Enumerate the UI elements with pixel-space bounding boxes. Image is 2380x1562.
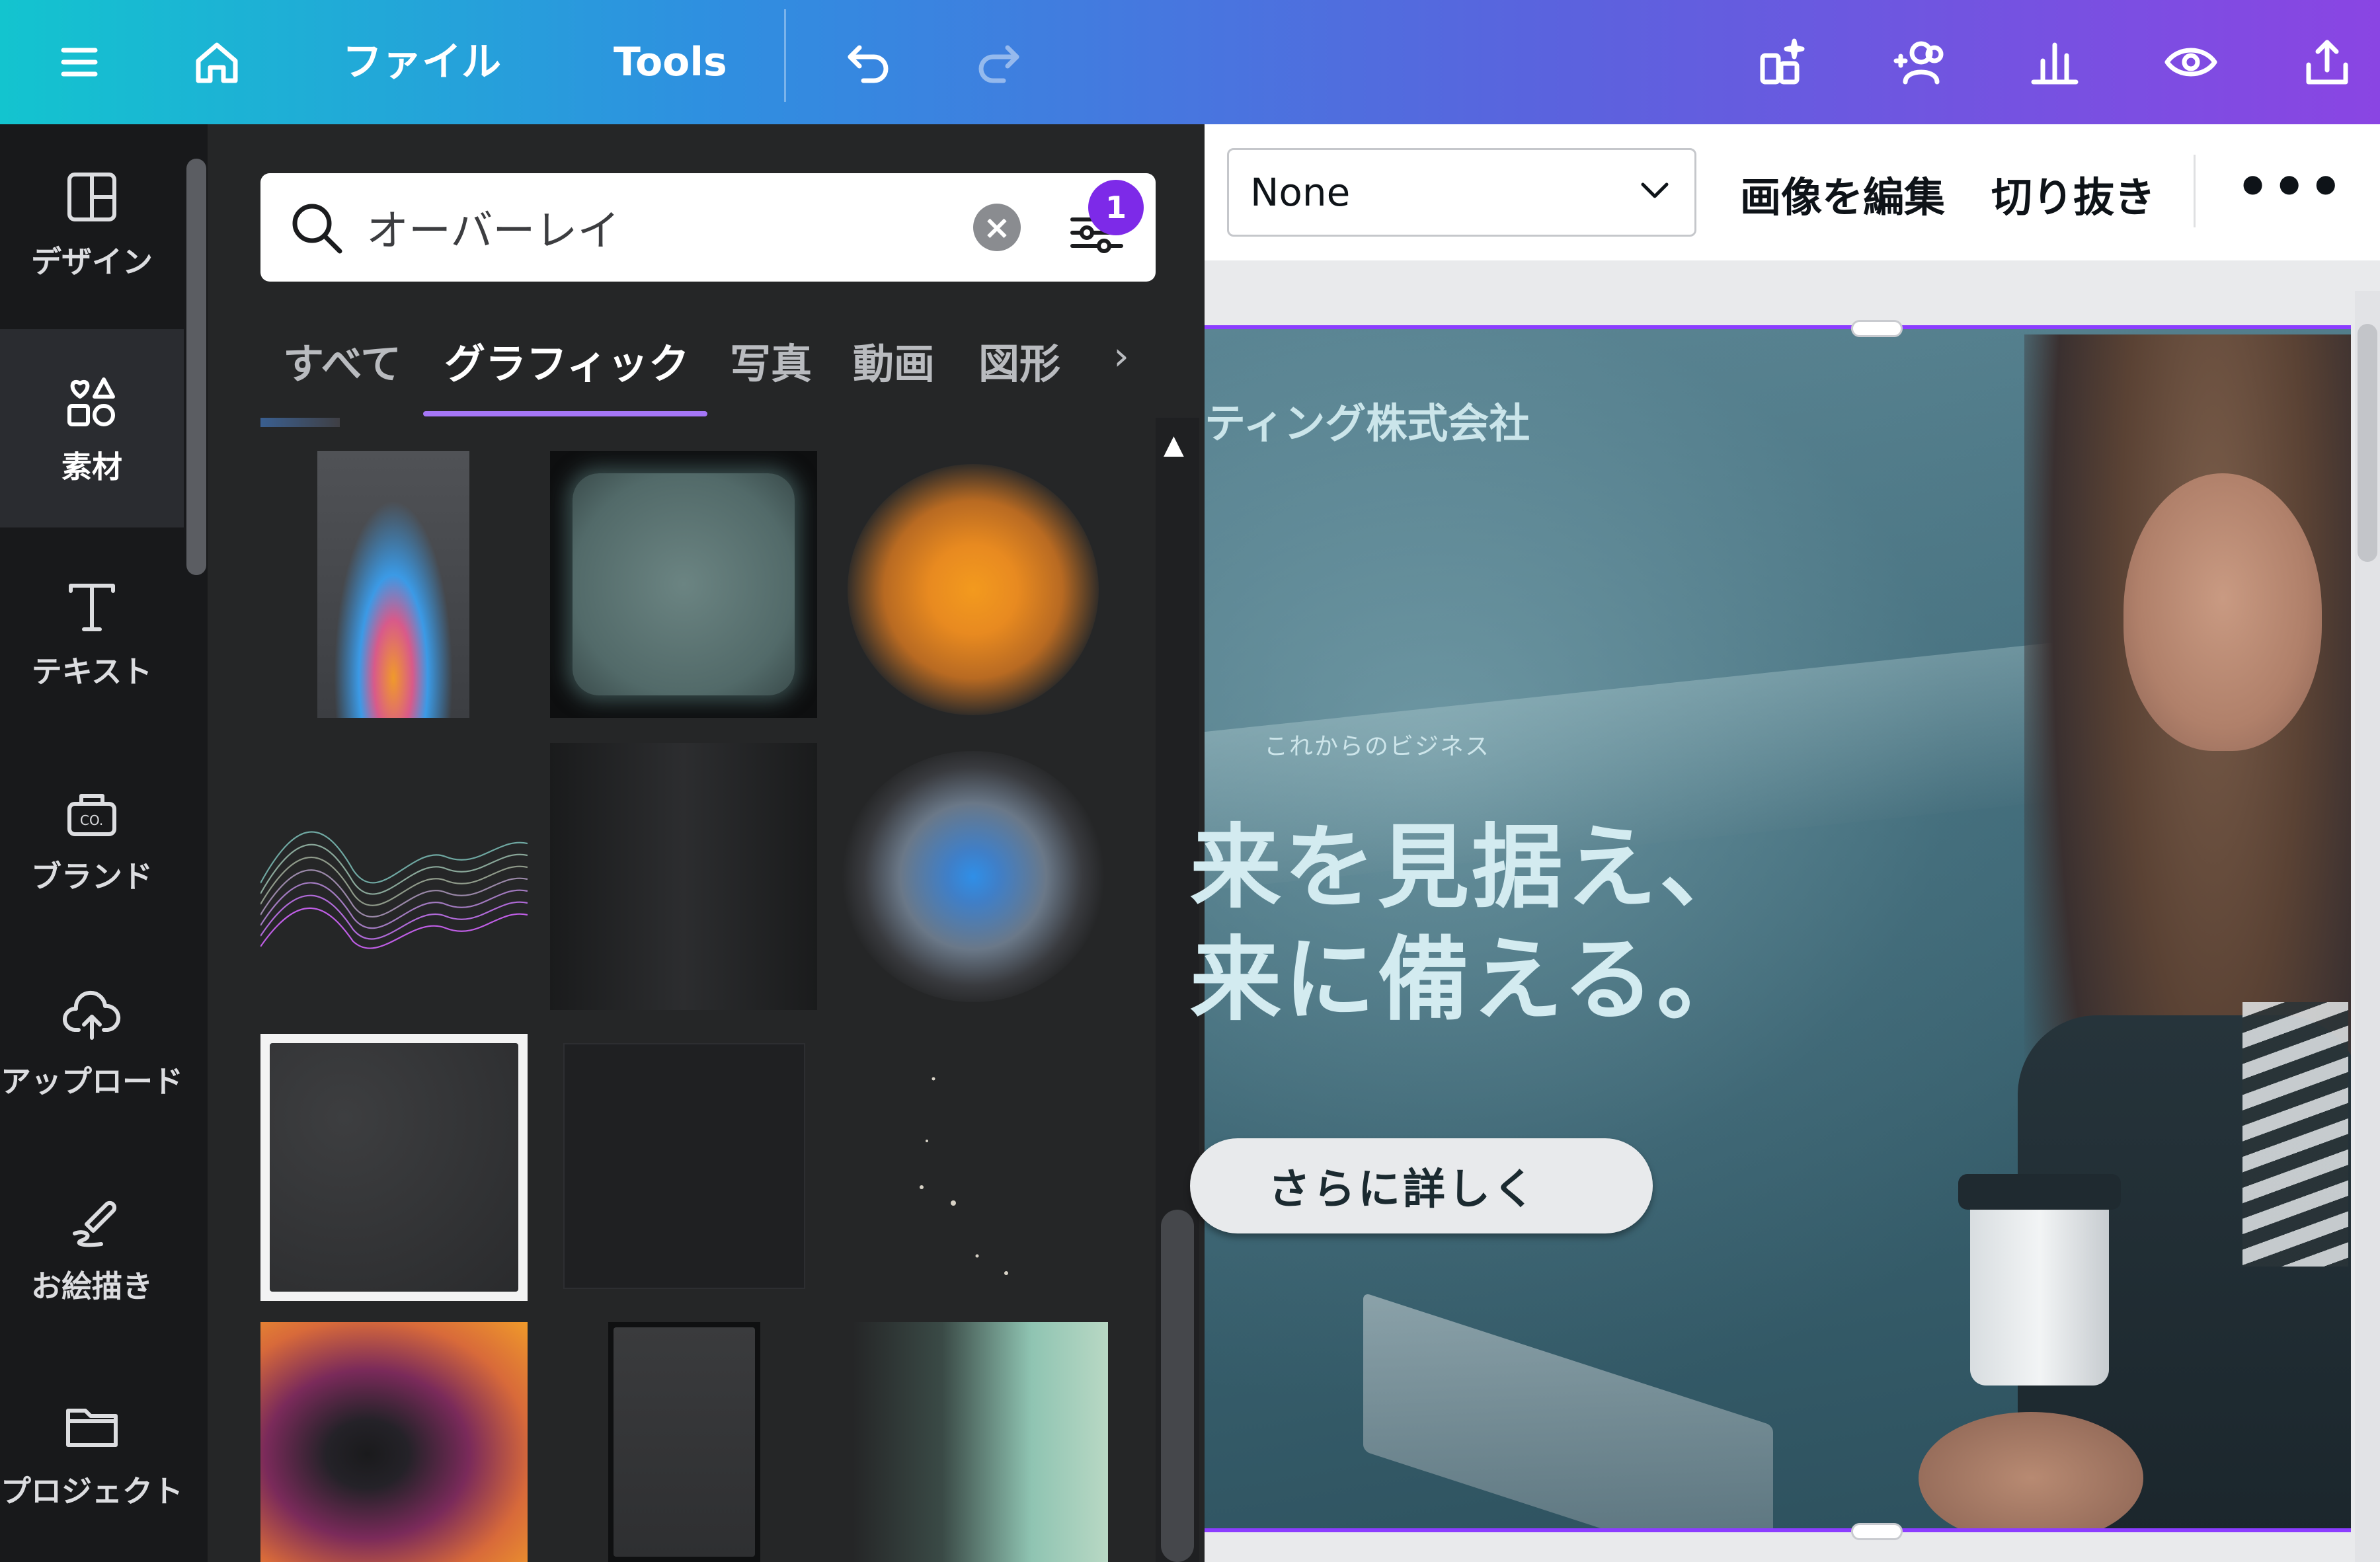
- insights-chart-icon[interactable]: [2022, 29, 2088, 95]
- search-icon: [287, 198, 345, 256]
- home-icon[interactable]: [184, 29, 250, 95]
- edit-image-button[interactable]: 画像を編集: [1740, 164, 1945, 223]
- rail-item-projects[interactable]: プロジェクト: [0, 1354, 184, 1552]
- result-dust-texture-framed[interactable]: [260, 1034, 528, 1301]
- clear-search-button[interactable]: ×: [973, 204, 1021, 251]
- layout-icon: [67, 173, 116, 221]
- chevron-right-icon[interactable]: ›: [1113, 333, 1129, 379]
- resize-handle-bottom[interactable]: [1851, 1523, 1903, 1540]
- rail-item-brand[interactable]: CO. ブランド: [0, 739, 184, 937]
- crop-button[interactable]: 切り抜き: [1991, 164, 2155, 223]
- selection-border-bottom: [1205, 1528, 2351, 1532]
- rail-item-text[interactable]: テキスト: [0, 534, 184, 732]
- scroll-up-arrow-icon[interactable]: ▲: [1164, 430, 1184, 460]
- magic-resize-icon[interactable]: [1749, 29, 1815, 95]
- resize-handle-top[interactable]: [1851, 320, 1903, 337]
- undo-icon[interactable]: [834, 29, 900, 95]
- top-toolbar: ファイル Tools: [0, 0, 2380, 124]
- result-dark-square-overlay[interactable]: [563, 1043, 805, 1289]
- result-orange-glow-gradient[interactable]: [848, 464, 1099, 715]
- rail-item-label: 素材: [61, 449, 122, 485]
- tab-videos[interactable]: 動画: [853, 331, 935, 390]
- rail-item-elements[interactable]: 素材: [0, 329, 184, 527]
- panel-scrollbar-thumb[interactable]: [1161, 1210, 1194, 1562]
- canvas-scrollbar-thumb[interactable]: [2358, 324, 2377, 562]
- headline-line-2[interactable]: 来に備える。: [1190, 906, 1751, 1038]
- select-value: None: [1250, 170, 1351, 215]
- brand-kit-icon: CO.: [67, 794, 116, 836]
- result-dark-vignette-overlay[interactable]: [550, 743, 817, 1010]
- text-t-icon: [69, 584, 115, 631]
- tools-menu-button[interactable]: Tools: [614, 33, 727, 91]
- tab-graphics[interactable]: グラフィック: [444, 331, 690, 390]
- selection-border-top: [1205, 325, 2351, 329]
- preview-eye-icon[interactable]: [2158, 29, 2224, 95]
- kicker-text[interactable]: これからのビジネス: [1264, 727, 1490, 761]
- results-divider: [260, 418, 340, 427]
- rail-item-design[interactable]: デザイン: [0, 124, 184, 323]
- result-teal-rounded-frame-overlay[interactable]: [550, 451, 817, 718]
- search-box: [260, 173, 1160, 282]
- elements-shapes-icon: [67, 377, 115, 426]
- result-warm-blur-gradient[interactable]: [260, 1322, 528, 1562]
- toolbar-divider: [784, 9, 786, 102]
- draw-pen-icon: [73, 1200, 117, 1247]
- tab-all[interactable]: すべて: [283, 331, 401, 390]
- rail-item-label: プロジェクト: [1, 1473, 183, 1509]
- rail-item-label: お絵描き: [31, 1269, 153, 1304]
- learn-more-cta-button[interactable]: さらに詳しく: [1190, 1138, 1653, 1233]
- active-tab-indicator: [423, 411, 707, 416]
- result-mint-blur-photo[interactable]: [853, 1322, 1108, 1562]
- more-options-button[interactable]: •••: [2236, 156, 2345, 217]
- result-grainy-rainbow-overlay[interactable]: [317, 451, 469, 718]
- folder-icon: [66, 1409, 118, 1447]
- filter-preset-select[interactable]: None: [1227, 148, 1696, 237]
- rail-scrollbar-thumb[interactable]: [186, 159, 206, 575]
- filter-count-badge: 1: [1088, 180, 1144, 235]
- toolbar-divider: [2194, 155, 2196, 227]
- result-dark-paper-texture[interactable]: [608, 1322, 760, 1562]
- share-people-icon[interactable]: [1885, 29, 1952, 95]
- tab-shapes[interactable]: 図形: [978, 331, 1060, 390]
- cloud-upload-icon: [63, 990, 121, 1040]
- hamburger-menu-icon[interactable]: [46, 29, 112, 95]
- rail-item-label: アップロード: [1, 1064, 183, 1099]
- upload-share-icon[interactable]: [2294, 29, 2360, 95]
- rail-item-label: ブランド: [31, 859, 153, 894]
- file-menu-button[interactable]: ファイル: [342, 33, 501, 91]
- company-name-text[interactable]: ティング株式会社: [1205, 390, 1530, 449]
- chevron-down-icon: [1641, 182, 1669, 198]
- rail-item-uploads[interactable]: アップロード: [0, 944, 184, 1142]
- result-blue-glow-gradient[interactable]: [841, 751, 1105, 1002]
- redo-icon[interactable]: [967, 29, 1033, 95]
- rail-item-label: デザイン: [31, 244, 153, 280]
- result-scattered-particles[interactable]: [848, 1034, 1115, 1301]
- svg-text:CO.: CO.: [80, 812, 103, 828]
- search-input[interactable]: [366, 193, 1160, 262]
- rail-item-label: テキスト: [31, 654, 153, 689]
- tab-photos[interactable]: 写真: [730, 331, 812, 390]
- rail-item-draw[interactable]: お絵描き: [0, 1149, 184, 1347]
- result-wave-line-gradient[interactable]: [260, 784, 528, 966]
